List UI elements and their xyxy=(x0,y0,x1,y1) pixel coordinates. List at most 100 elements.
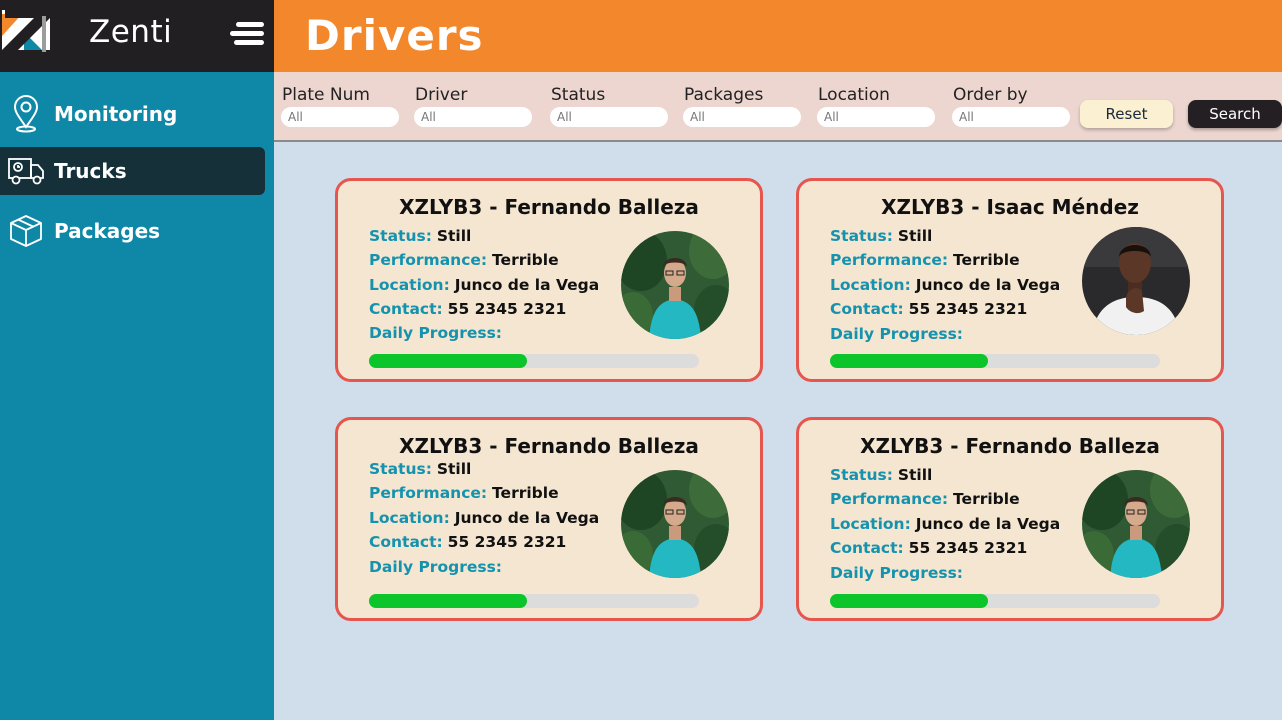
contact-field: Contact: 55 2345 2321 xyxy=(830,300,1027,318)
field-label: Daily Progress: xyxy=(830,325,964,343)
field-label: Performance: xyxy=(830,490,949,508)
contact-field: Contact: 55 2345 2321 xyxy=(369,533,566,551)
card-title: XZLYB3 - Fernando Balleza xyxy=(399,434,699,458)
filter-packages: Packages xyxy=(683,85,801,127)
filter-label: Packages xyxy=(684,85,764,105)
field-label: Performance: xyxy=(369,251,488,269)
field-label: Performance: xyxy=(369,484,488,502)
filter-label: Status xyxy=(551,85,606,105)
performance-value: Terrible xyxy=(953,251,1020,269)
progress-fill xyxy=(830,354,989,368)
progress-field: Daily Progress: xyxy=(369,324,502,342)
field-label: Location: xyxy=(369,276,450,294)
status-field: Status: Still xyxy=(369,460,471,478)
sidebar-item-label: Packages xyxy=(54,219,161,243)
progress-fill xyxy=(369,354,528,368)
performance-value: Terrible xyxy=(953,490,1020,508)
status-value: Still xyxy=(436,460,472,478)
field-label: Status: xyxy=(369,227,432,245)
sidebar-item-label: Monitoring xyxy=(54,102,178,126)
progress-bar xyxy=(369,354,699,368)
progress-bar xyxy=(830,354,1160,368)
performance-value: Terrible xyxy=(492,251,559,269)
sidebar-item-trucks[interactable]: Trucks xyxy=(0,147,265,195)
field-label: Location: xyxy=(830,276,911,294)
status-input[interactable] xyxy=(550,107,668,127)
field-label: Daily Progress: xyxy=(830,564,964,582)
field-label: Daily Progress: xyxy=(369,324,503,342)
progress-bar xyxy=(369,594,699,608)
contact-field: Contact: 55 2345 2321 xyxy=(369,300,566,318)
brand-name: Zenti xyxy=(89,14,173,50)
location-value: Junco de la Vega xyxy=(915,276,1061,294)
sidebar: Zenti Monitoring Trucks Packages xyxy=(0,0,274,720)
status-field: Status: Still xyxy=(369,227,471,245)
hamburger-menu-icon[interactable] xyxy=(230,22,264,48)
field-label: Contact: xyxy=(369,533,443,551)
performance-field: Performance: Terrible xyxy=(369,251,559,269)
field-label: Performance: xyxy=(830,251,949,269)
performance-value: Terrible xyxy=(492,484,559,502)
location-field: Location: Junco de la Vega xyxy=(830,276,1060,294)
filter-order-by: Order by xyxy=(952,85,1070,127)
filter-label: Location xyxy=(818,85,890,105)
status-value: Still xyxy=(436,227,472,245)
location-field: Location: Junco de la Vega xyxy=(830,515,1060,533)
filter-bar: Plate Num Driver Status Packages Locatio… xyxy=(274,72,1282,142)
search-button[interactable]: Search xyxy=(1188,100,1282,128)
sidebar-item-monitoring[interactable]: Monitoring xyxy=(0,90,265,138)
contact-value: 55 2345 2321 xyxy=(447,533,567,551)
card-title: XZLYB3 - Isaac Méndez xyxy=(881,195,1139,219)
sidebar-item-label: Trucks xyxy=(54,159,127,183)
order-by-input[interactable] xyxy=(952,107,1070,127)
sidebar-item-packages[interactable]: Packages xyxy=(0,207,265,255)
box-icon xyxy=(6,211,46,251)
page-header: Drivers xyxy=(274,0,1282,72)
field-label: Contact: xyxy=(369,300,443,318)
performance-field: Performance: Terrible xyxy=(830,251,1020,269)
driver-card[interactable]: XZLYB3 - Fernando Balleza Status: Still … xyxy=(335,417,763,621)
reset-button[interactable]: Reset xyxy=(1080,100,1173,128)
driver-card[interactable]: XZLYB3 - Fernando Balleza Status: Still … xyxy=(796,417,1224,621)
location-field: Location: Junco de la Vega xyxy=(369,276,599,294)
progress-fill xyxy=(369,594,528,608)
filter-label: Order by xyxy=(953,85,1028,105)
performance-field: Performance: Terrible xyxy=(369,484,559,502)
progress-bar xyxy=(830,594,1160,608)
location-value: Junco de la Vega xyxy=(454,276,600,294)
contact-field: Contact: 55 2345 2321 xyxy=(830,539,1027,557)
location-value: Junco de la Vega xyxy=(915,515,1061,533)
truck-icon xyxy=(6,151,46,191)
card-title: XZLYB3 - Fernando Balleza xyxy=(399,195,699,219)
progress-field: Daily Progress: xyxy=(830,564,963,582)
progress-field: Daily Progress: xyxy=(369,558,502,576)
filter-label: Driver xyxy=(415,85,468,105)
field-label: Contact: xyxy=(830,300,904,318)
contact-value: 55 2345 2321 xyxy=(447,300,567,318)
progress-fill xyxy=(830,594,989,608)
page-title: Drivers xyxy=(305,11,484,60)
packages-input[interactable] xyxy=(683,107,801,127)
driver-card[interactable]: XZLYB3 - Isaac Méndez Status: Still Perf… xyxy=(796,178,1224,382)
field-label: Status: xyxy=(830,227,893,245)
location-input[interactable] xyxy=(817,107,935,127)
performance-field: Performance: Terrible xyxy=(830,490,1020,508)
status-value: Still xyxy=(897,227,933,245)
progress-field: Daily Progress: xyxy=(830,325,963,343)
driver-avatar xyxy=(621,231,729,339)
driver-avatar xyxy=(1082,470,1190,578)
plate-num-input[interactable] xyxy=(281,107,399,127)
location-pin-icon xyxy=(6,94,46,134)
location-field: Location: Junco de la Vega xyxy=(369,509,599,527)
field-label: Location: xyxy=(369,509,450,527)
status-value: Still xyxy=(897,466,933,484)
field-label: Status: xyxy=(830,466,893,484)
driver-input[interactable] xyxy=(414,107,532,127)
status-field: Status: Still xyxy=(830,227,932,245)
driver-card[interactable]: XZLYB3 - Fernando Balleza Status: Still … xyxy=(335,178,763,382)
driver-avatar xyxy=(621,470,729,578)
status-field: Status: Still xyxy=(830,466,932,484)
contact-value: 55 2345 2321 xyxy=(908,300,1028,318)
driver-avatar xyxy=(1082,227,1190,335)
contact-value: 55 2345 2321 xyxy=(908,539,1028,557)
